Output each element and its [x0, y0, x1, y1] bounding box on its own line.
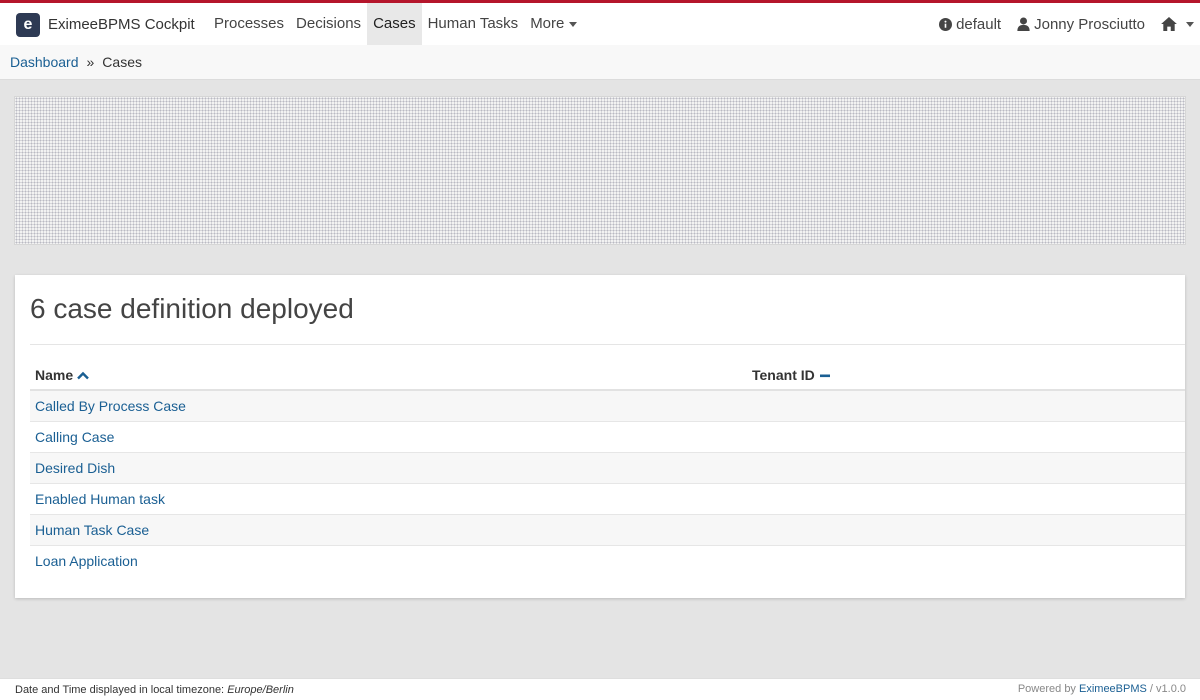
- timezone-notice: Date and Time displayed in local timezon…: [15, 684, 294, 696]
- table-body: Called By Process Case Calling Case Desi…: [30, 391, 1185, 577]
- nav-more-label: More: [530, 15, 565, 32]
- column-tenant-label: Tenant ID: [752, 367, 815, 383]
- right-nav: default Jonny Prosciutto: [923, 3, 1194, 45]
- nav-cases[interactable]: Cases: [367, 3, 422, 45]
- top-navbar: e EximeeBPMS Cockpit Processes Decisions…: [0, 0, 1200, 45]
- engine-selector[interactable]: default: [939, 16, 1001, 33]
- case-definitions-table: Name Tenant ID Called By Process Case Ca…: [30, 360, 1185, 577]
- table-row: Human Task Case: [30, 515, 1185, 546]
- dashboard-plugin-panel: [14, 96, 1186, 245]
- nav-more-dropdown[interactable]: More: [524, 3, 583, 45]
- caret-down-icon: [1186, 21, 1194, 27]
- user-name: Jonny Prosciutto: [1034, 15, 1145, 33]
- case-definition-link[interactable]: Loan Application: [35, 553, 138, 569]
- chevron-up-icon: [77, 371, 89, 379]
- case-definition-link[interactable]: Calling Case: [35, 429, 114, 445]
- breadcrumb-dashboard-link[interactable]: Dashboard: [10, 54, 79, 70]
- powered-by-link[interactable]: EximeeBPMS: [1079, 683, 1147, 695]
- footer: Date and Time displayed in local timezon…: [0, 678, 1200, 700]
- table-row: Desired Dish: [30, 453, 1185, 484]
- brand-name: EximeeBPMS Cockpit: [48, 16, 195, 33]
- page-title: 6 case definition deployed: [30, 293, 354, 324]
- user-icon: [1017, 17, 1030, 31]
- minus-icon: [819, 374, 830, 377]
- powered-by: Powered by EximeeBPMS / v1.0.0: [1018, 683, 1186, 695]
- user-menu[interactable]: Jonny Prosciutto: [1017, 16, 1145, 33]
- table-row: Loan Application: [30, 546, 1185, 577]
- brand-logo-icon: e: [16, 12, 40, 37]
- column-header-tenant-id[interactable]: Tenant ID: [752, 367, 831, 383]
- home-menu[interactable]: [1161, 17, 1194, 31]
- nav-decisions[interactable]: Decisions: [290, 3, 367, 45]
- timezone-prefix: Date and Time displayed in local timezon…: [15, 684, 225, 696]
- case-definition-link[interactable]: Called By Process Case: [35, 398, 186, 414]
- breadcrumb: Dashboard » Cases: [0, 45, 1200, 80]
- timezone-value: Europe/Berlin: [227, 684, 294, 696]
- main-nav: Processes Decisions Cases Human Tasks Mo…: [208, 3, 583, 45]
- column-name-label: Name: [35, 367, 74, 383]
- case-definition-link[interactable]: Enabled Human task: [35, 491, 165, 507]
- caret-down-icon: [569, 21, 578, 27]
- case-definitions-card: 6 case definition deployed Name Tenant I…: [15, 275, 1185, 598]
- case-definition-link[interactable]: Desired Dish: [35, 460, 115, 476]
- breadcrumb-separator: »: [86, 54, 95, 70]
- powered-prefix: Powered by: [1017, 683, 1076, 695]
- column-header-name[interactable]: Name: [35, 367, 89, 383]
- info-circle-icon: [939, 17, 953, 31]
- table-row: Calling Case: [30, 422, 1185, 453]
- case-definition-link[interactable]: Human Task Case: [35, 522, 149, 538]
- divider: [30, 344, 1185, 345]
- table-header: Name Tenant ID: [30, 360, 1185, 391]
- table-row: Enabled Human task: [30, 484, 1185, 515]
- nav-processes[interactable]: Processes: [208, 3, 290, 45]
- engine-name: default: [956, 15, 1002, 33]
- nav-human-tasks[interactable]: Human Tasks: [422, 3, 525, 45]
- version: / v1.0.0: [1149, 683, 1186, 695]
- home-icon: [1161, 17, 1177, 31]
- table-row: Called By Process Case: [30, 391, 1185, 422]
- breadcrumb-current: Cases: [102, 54, 142, 70]
- brand[interactable]: e EximeeBPMS Cockpit: [16, 12, 195, 37]
